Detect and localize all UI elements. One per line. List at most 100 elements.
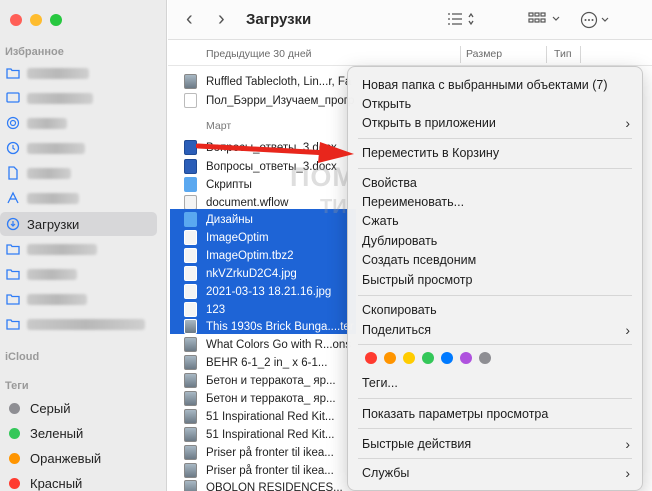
tag-color-purple[interactable] [460, 352, 472, 364]
menu-item-label: Службы [362, 465, 410, 480]
document-file-icon [184, 93, 197, 108]
sidebar-item-folder-4[interactable] [0, 312, 157, 336]
menu-item-show-view-options[interactable]: Показать параметры просмотра [362, 404, 634, 423]
sidebar-item-label: Загрузки [27, 216, 80, 232]
menu-item-quick-actions[interactable]: Быстрые действия › [362, 434, 634, 453]
menu-item-move-to-trash[interactable]: Переместить в Корзину [362, 143, 634, 162]
tag-label: Серый [30, 400, 71, 416]
tag-color-red[interactable] [365, 352, 377, 364]
file-name: 51 Inspirational Red Kit... [206, 410, 335, 423]
menu-item-open[interactable]: Открыть [362, 94, 634, 113]
file-name: 51 Inspirational Red Kit... [206, 428, 335, 441]
app-file-icon [184, 230, 197, 245]
column-type-header[interactable]: Тип [554, 48, 572, 60]
file-name: Бетон и терракота_ яр... [206, 392, 336, 405]
file-row-selected[interactable]: ImageOptim.tbz2 [184, 246, 354, 265]
file-row[interactable]: 51 Inspirational Red Kit... [184, 407, 354, 426]
image-file-icon [184, 266, 197, 281]
file-row[interactable]: Бетон и терракота_ яр... [184, 389, 354, 408]
clock-icon [6, 141, 20, 155]
file-row[interactable]: 51 Inspirational Red Kit... [184, 425, 354, 444]
menu-item-label: Быстрый просмотр [362, 272, 473, 287]
sidebar-tag-orange[interactable]: Оранжевый [0, 446, 157, 470]
tag-color-gray[interactable] [479, 352, 491, 364]
sidebar-tag-gray[interactable]: Серый [0, 396, 157, 420]
image-file-icon [184, 445, 197, 460]
sidebar-item-downloads[interactable]: Загрузки [0, 212, 157, 236]
grid-view-icon[interactable] [528, 11, 564, 30]
menu-item-compress[interactable]: Сжать [362, 211, 634, 230]
sidebar-tag-red[interactable]: Красный [0, 471, 157, 491]
menu-item-rename[interactable]: Переименовать... [362, 192, 634, 211]
menu-item-share[interactable]: Поделиться › [362, 320, 634, 339]
menu-item-quick-look[interactable]: Быстрый просмотр [362, 270, 634, 289]
file-row[interactable]: BEHR 6-1_2 in_ x 6-1... [184, 353, 354, 372]
sidebar-tag-green[interactable]: Зеленый [0, 421, 157, 445]
sidebar-item-recents[interactable] [0, 136, 157, 160]
tag-label: Красный [30, 475, 83, 491]
sidebar-item-folder-1[interactable] [0, 237, 157, 261]
file-name: ImageOptim [206, 231, 269, 244]
file-row[interactable]: Priser på fronter til ikea... [184, 443, 354, 462]
menu-item-open-with[interactable]: Открыть в приложении › [362, 113, 634, 132]
column-name-header[interactable]: Предыдущие 30 дней [206, 48, 312, 60]
file-name: OBOLON RESIDENCES... [206, 481, 343, 491]
file-row-selected[interactable]: This 1930s Brick Bunga....ter [184, 317, 354, 336]
redacted-label [27, 117, 67, 129]
download-icon [6, 217, 20, 231]
file-name: nkVZrkuD2C4.jpg [206, 267, 297, 280]
menu-separator [358, 168, 632, 169]
menu-item-get-info[interactable]: Свойства [362, 173, 634, 192]
list-view-icon[interactable] [446, 11, 476, 30]
chevron-right-icon: › [625, 464, 630, 481]
sidebar-item-applications[interactable] [0, 186, 157, 210]
file-row-selected[interactable]: ImageOptim [184, 228, 354, 247]
column-size-header[interactable]: Размер [466, 48, 502, 60]
sidebar-item-documents[interactable] [0, 161, 157, 185]
chevron-left-icon[interactable]: ‹ [186, 9, 193, 29]
sidebar-item-favorite-1[interactable] [0, 61, 157, 85]
redacted-label [27, 293, 87, 305]
more-actions-icon[interactable] [580, 11, 616, 32]
file-row[interactable]: Пол_Бэрри_Изучаем_прогр [184, 91, 354, 110]
file-name: Скрипты [206, 178, 252, 191]
menu-item-make-alias[interactable]: Создать псевдоним [362, 250, 634, 269]
menu-separator [358, 138, 632, 139]
menu-item-duplicate[interactable]: Дублировать [362, 231, 634, 250]
close-window-button[interactable] [10, 14, 22, 26]
file-name: Пол_Бэрри_Изучаем_прогр [206, 94, 354, 107]
menu-item-new-folder[interactable]: Новая папка с выбранными объектами (7) [362, 75, 634, 94]
zoom-window-button[interactable] [50, 14, 62, 26]
file-name: 2021-03-13 18.21.16.jpg [206, 285, 332, 298]
file-row[interactable]: Ruffled Tablecloth, Lin...r, Fa [184, 72, 354, 91]
document-file-icon [184, 302, 197, 317]
sidebar-item-folder-3[interactable] [0, 287, 157, 311]
sidebar-item-folder-2[interactable] [0, 262, 157, 286]
menu-item-copy[interactable]: Скопировать [362, 300, 634, 319]
file-row-selected[interactable]: nkVZrkuD2C4.jpg [184, 264, 354, 283]
folder-icon [6, 242, 20, 256]
minimize-window-button[interactable] [30, 14, 42, 26]
tag-dot-orange [9, 452, 20, 464]
tag-color-blue[interactable] [441, 352, 453, 364]
file-row-selected[interactable]: 2021-03-13 18.21.16.jpg [184, 282, 354, 301]
file-row[interactable]: What Colors Go with R...ons [184, 335, 354, 354]
tag-color-orange[interactable] [384, 352, 396, 364]
menu-item-label: Теги... [362, 375, 398, 390]
file-row[interactable]: OBOLON RESIDENCES... [184, 478, 354, 491]
tag-dot-green [9, 427, 20, 439]
tag-color-picker [365, 352, 491, 364]
sidebar-item-airdrop[interactable] [0, 111, 157, 135]
menu-item-tags[interactable]: Теги... [362, 373, 634, 392]
tag-label: Зеленый [30, 425, 84, 441]
file-row[interactable]: Бетон и терракота_ яр... [184, 371, 354, 390]
tag-color-green[interactable] [422, 352, 434, 364]
menu-item-services[interactable]: Службы › [362, 463, 634, 482]
image-file-icon [184, 337, 197, 352]
tag-color-yellow[interactable] [403, 352, 415, 364]
chevron-right-icon[interactable]: › [218, 9, 225, 29]
redacted-label [27, 192, 79, 204]
context-menu: Новая папка с выбранными объектами (7) О… [347, 66, 643, 491]
sidebar-item-favorite-2[interactable] [0, 86, 157, 110]
menu-item-label: Поделиться [362, 322, 432, 337]
